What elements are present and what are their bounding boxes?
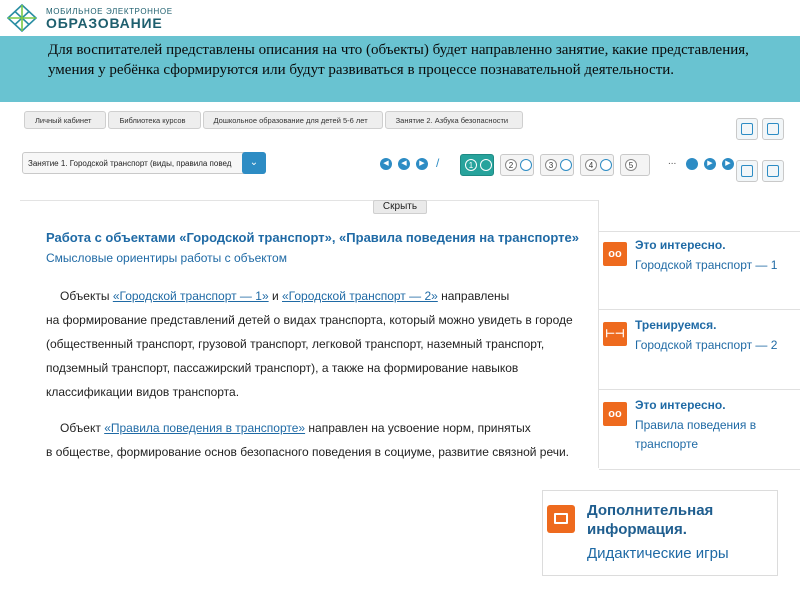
paragraph-2: Объект «Правила поведения в транспорте» … bbox=[46, 421, 570, 459]
folder-icon bbox=[547, 505, 575, 533]
dumbbell-icon: ⊢⊣ bbox=[603, 322, 627, 346]
last-page-icon[interactable]: ▶ bbox=[722, 158, 734, 170]
chat-tool-icon[interactable] bbox=[762, 160, 784, 182]
lesson-select-value: Занятие 1. Городской транспорт (виды, пр… bbox=[28, 159, 232, 168]
page-button-3[interactable]: 3 bbox=[540, 154, 574, 176]
next-page-icon[interactable]: ▶ bbox=[704, 158, 716, 170]
first-page-icon[interactable]: ◀ bbox=[380, 158, 392, 170]
description-banner: Для воспитателей представлены описания н… bbox=[0, 36, 800, 102]
logo-title: ОБРАЗОВАНИЕ bbox=[46, 15, 163, 31]
page-button-5[interactable]: 5 bbox=[620, 154, 650, 176]
extra-info-card[interactable]: Дополнительная информация. Дидактические… bbox=[542, 490, 778, 576]
extra-info-text: Дидактические игры bbox=[587, 545, 729, 562]
table-tool-icon[interactable] bbox=[736, 160, 758, 182]
banner-text: Для воспитателей представлены описания н… bbox=[48, 42, 749, 78]
edit-icon[interactable]: / bbox=[436, 156, 439, 170]
link-city-transport-1[interactable]: «Городской транспорт — 1» bbox=[113, 289, 269, 303]
breadcrumb-item[interactable]: Личный кабинет bbox=[24, 111, 107, 129]
grid-tool-icon[interactable] bbox=[762, 118, 784, 140]
link-city-transport-2[interactable]: «Городской транспорт — 2» bbox=[282, 289, 438, 303]
binoculars-icon: oo bbox=[603, 242, 627, 266]
bookmark-tool-icon[interactable] bbox=[736, 118, 758, 140]
paragraph-1: Объекты «Городской транспорт — 1» и «Гор… bbox=[46, 289, 573, 399]
extra-info-title: Дополнительная информация. bbox=[587, 502, 714, 538]
binoculars-icon: oo bbox=[603, 402, 627, 426]
breadcrumb-item[interactable]: Занятие 2. Азбука безопасности bbox=[384, 111, 524, 129]
content-title: Работа с объектами «Городской транспорт»… bbox=[46, 230, 579, 245]
page-button-2[interactable]: 2 bbox=[500, 154, 534, 176]
prev-page-icon[interactable]: ◀ bbox=[398, 158, 410, 170]
side-card[interactable]: oo Это интересно. Правила поведения в тр… bbox=[599, 392, 800, 470]
divider bbox=[20, 200, 600, 201]
chevron-down-icon[interactable]: ⌄ bbox=[242, 152, 266, 174]
page-button-1[interactable]: 1 bbox=[460, 154, 494, 176]
side-card[interactable]: ⊢⊣ Тренируемся. Городской транспорт — 2 bbox=[599, 312, 800, 390]
breadcrumb-item[interactable]: Дошкольное образование для детей 5-6 лет bbox=[202, 111, 383, 129]
play-icon[interactable]: ▶ bbox=[416, 158, 428, 170]
breadcrumb-item[interactable]: Библиотека курсов bbox=[108, 111, 201, 129]
logo-bar: МОБИЛЬНОЕ ЭЛЕКТРОННОЕ ОБРАЗОВАНИЕ bbox=[0, 0, 800, 36]
side-card[interactable]: oo Это интересно. Городской транспорт — … bbox=[599, 232, 800, 310]
content-area: Работа с объектами «Городской транспорт»… bbox=[20, 214, 598, 470]
logo-icon bbox=[6, 3, 38, 33]
lesson-select[interactable]: Занятие 1. Городской транспорт (виды, пр… bbox=[22, 152, 266, 174]
breadcrumb: Личный кабинет Библиотека курсов Дошколь… bbox=[24, 111, 525, 129]
course-screenshot: Личный кабинет Библиотека курсов Дошколь… bbox=[20, 104, 800, 484]
link-transport-rules[interactable]: «Правила поведения в транспорте» bbox=[104, 421, 305, 435]
page-button-4[interactable]: 4 bbox=[580, 154, 614, 176]
content-subtitle: Смысловые ориентиры работы с объектом bbox=[46, 251, 287, 265]
pager-ellipsis: ... bbox=[668, 156, 677, 167]
side-panel: oo Это интересно. Городской транспорт — … bbox=[598, 200, 800, 470]
hide-button[interactable]: Скрыть bbox=[373, 200, 427, 214]
next-page-dot-icon[interactable] bbox=[686, 158, 698, 170]
